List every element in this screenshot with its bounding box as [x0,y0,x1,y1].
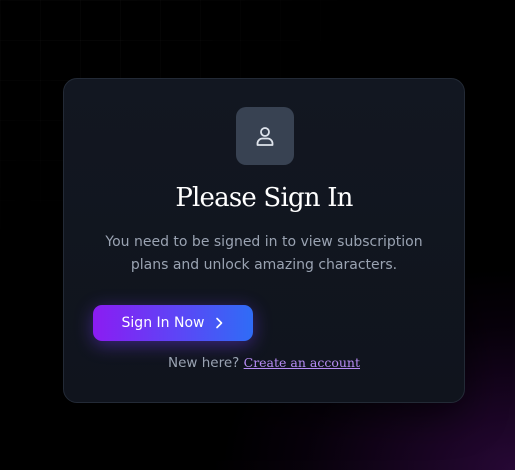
signup-prompt-text: New here? [168,355,240,371]
description-text: You need to be signed in to view subscri… [105,234,423,273]
sign-in-card: Please Sign In You need to be signed in … [63,78,465,403]
user-icon [253,124,277,148]
page-title: Please Sign In [175,183,353,213]
avatar [236,107,294,165]
sign-in-button-label: Sign In Now [121,315,205,331]
signup-prompt: New here? Create an account [64,355,464,371]
sign-in-button[interactable]: Sign In Now [93,305,253,341]
create-account-link[interactable]: Create an account [244,355,360,370]
chevron-right-icon [214,317,224,329]
